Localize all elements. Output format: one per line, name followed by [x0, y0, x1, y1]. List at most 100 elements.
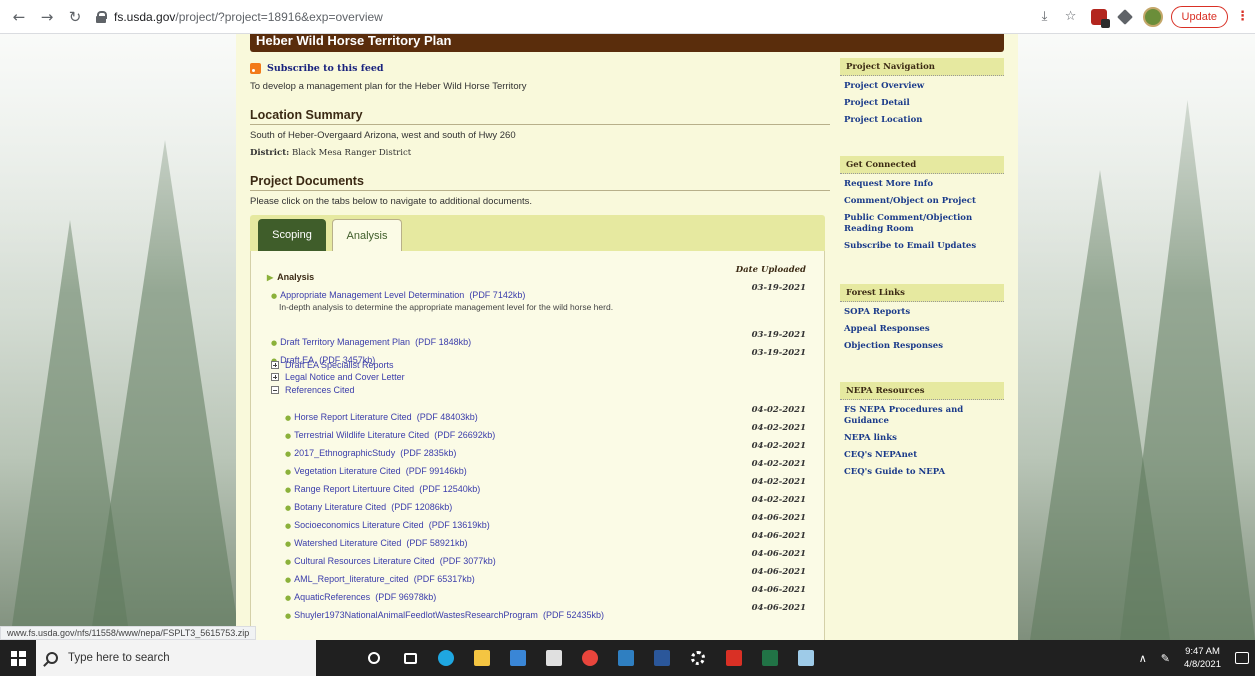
- reference-link[interactable]: Socioeconomics Literature Cited: [294, 520, 424, 530]
- folder-title[interactable]: ▶ Analysis: [267, 272, 314, 282]
- reference-link[interactable]: 2017_EthnographicStudy: [294, 448, 395, 458]
- tab-scoping[interactable]: Scoping: [258, 219, 326, 251]
- sidebar-link[interactable]: Public Comment/Objection Reading Room: [844, 210, 1000, 238]
- download-icon[interactable]: ⤓: [1035, 7, 1055, 27]
- reference-size[interactable]: (PDF 26692kb): [434, 430, 495, 440]
- store-icon[interactable]: [536, 640, 572, 676]
- folder-title-label: Analysis: [277, 272, 315, 282]
- tree-item-label[interactable]: Draft EA Specialist Reports: [285, 360, 394, 370]
- reference-link[interactable]: Horse Report Literature Cited: [294, 412, 412, 422]
- tree-item-specialist-reports[interactable]: Draft EA Specialist Reports: [271, 360, 394, 370]
- reference-size[interactable]: (PDF 13619kb): [429, 520, 490, 530]
- document-link[interactable]: Appropriate Management Level Determinati…: [280, 290, 464, 300]
- chrome-icon[interactable]: [572, 640, 608, 676]
- reference-size[interactable]: (PDF 12540kb): [419, 484, 480, 494]
- reference-link[interactable]: Botany Literature Cited: [294, 502, 386, 512]
- sidebar-link[interactable]: Objection Responses: [844, 338, 1000, 355]
- reference-row: ● 2017_EthnographicStudy (PDF 2835kb) 04-0…: [285, 441, 812, 460]
- start-button[interactable]: [0, 640, 36, 676]
- sidebar-link[interactable]: Project Location: [844, 112, 1000, 129]
- expand-plus-icon[interactable]: [271, 361, 279, 369]
- sidebar-link[interactable]: CEQ's NEPAnet: [844, 447, 1000, 464]
- sidebar-link[interactable]: Request More Info: [844, 176, 1000, 193]
- settings-gear-icon[interactable]: [680, 640, 716, 676]
- reference-size[interactable]: (PDF 96978kb): [375, 592, 436, 602]
- star-icon[interactable]: ☆: [1061, 7, 1081, 27]
- collapse-minus-icon[interactable]: [271, 386, 279, 394]
- edge-icon[interactable]: [428, 640, 464, 676]
- document-description: In-depth analysis to determine the appro…: [279, 302, 614, 312]
- sidebar-link[interactable]: CEQ's Guide to NEPA: [844, 464, 1000, 481]
- notification-icon[interactable]: [1235, 652, 1249, 664]
- mail-icon[interactable]: [500, 640, 536, 676]
- documents-heading: Project Documents: [250, 174, 830, 191]
- reference-link[interactable]: Range Report Litertuure Cited: [294, 484, 414, 494]
- reference-size[interactable]: (PDF 2835kb): [400, 448, 456, 458]
- reference-size[interactable]: (PDF 3077kb): [440, 556, 496, 566]
- reference-size[interactable]: (PDF 12086kb): [391, 502, 452, 512]
- cortana-icon[interactable]: [356, 640, 392, 676]
- taskbar-clock[interactable]: 9:47 AM 4/8/2021: [1184, 645, 1221, 671]
- tree-item-label[interactable]: Legal Notice and Cover Letter: [285, 372, 405, 382]
- expand-plus-icon[interactable]: [271, 373, 279, 381]
- reference-date: 04-02-2021: [751, 405, 806, 415]
- reference-size[interactable]: (PDF 58921kb): [406, 538, 467, 548]
- sidebar-box-heading: NEPA Resources: [840, 382, 1004, 400]
- menu-dots-icon[interactable]: ⋮: [1236, 9, 1249, 24]
- reference-link[interactable]: Watershed Literature Cited: [294, 538, 401, 548]
- puzzle-icon[interactable]: [1116, 8, 1133, 25]
- reference-link[interactable]: AML_Report_literature_cited: [294, 574, 409, 584]
- rss-icon[interactable]: [250, 62, 261, 74]
- file-explorer-icon[interactable]: [464, 640, 500, 676]
- reference-link[interactable]: AquaticReferences: [294, 592, 370, 602]
- reference-size[interactable]: (PDF 48403kb): [417, 412, 478, 422]
- document-size[interactable]: (PDF 1848kb): [415, 337, 471, 347]
- tree-item-legal-notice[interactable]: Legal Notice and Cover Letter: [271, 372, 405, 382]
- acrobat-icon[interactable]: [716, 640, 752, 676]
- sidebar-box-body: SOPA Reports Appeal Responses Objection Re…: [840, 302, 1004, 359]
- sidebar-link[interactable]: NEPA links: [844, 430, 1000, 447]
- district-label: District:: [250, 148, 290, 158]
- taskbar-search[interactable]: Type here to search: [36, 640, 316, 676]
- document-size[interactable]: (PDF 7142kb): [469, 290, 525, 300]
- sidebar-link[interactable]: Comment/Object on Project: [844, 193, 1000, 210]
- update-button[interactable]: Update: [1170, 5, 1228, 28]
- reference-link[interactable]: Shuyler1973NationalAnimalFeedlotWastesRe…: [294, 610, 538, 620]
- sidebar-link[interactable]: FS NEPA Procedures and Guidance: [844, 402, 1000, 430]
- pen-icon[interactable]: ✎: [1161, 652, 1170, 665]
- reference-row: ● Shuyler1973NationalAnimalFeedlotWastesR…: [285, 603, 812, 622]
- sidebar-link[interactable]: Appeal Responses: [844, 321, 1000, 338]
- photos-icon[interactable]: [608, 640, 644, 676]
- word-icon[interactable]: [644, 640, 680, 676]
- task-view-icon[interactable]: [392, 640, 428, 676]
- reference-link[interactable]: Terrestrial Wildlife Literature Cited: [294, 430, 429, 440]
- reference-date: 04-02-2021: [751, 459, 806, 469]
- reference-size[interactable]: (PDF 99146kb): [406, 466, 467, 476]
- sidebar-link[interactable]: SOPA Reports: [844, 304, 1000, 321]
- excel-icon[interactable]: [752, 640, 788, 676]
- tree-item-references-cited[interactable]: References Cited: [271, 385, 355, 395]
- extension-icon[interactable]: [1090, 8, 1110, 28]
- sidebar-link[interactable]: Project Detail: [844, 95, 1000, 112]
- bullet-icon: ●: [285, 450, 292, 458]
- bullet-icon: ●: [285, 414, 292, 422]
- image-viewer-icon[interactable]: [788, 640, 824, 676]
- back-arrow-icon[interactable]: ←: [8, 6, 30, 28]
- sidebar-link[interactable]: Subscribe to Email Updates: [844, 238, 1000, 255]
- tab-analysis[interactable]: Analysis: [332, 219, 402, 251]
- district-row: District: Black Mesa Ranger District: [250, 148, 830, 158]
- reload-icon[interactable]: ↻: [64, 6, 86, 28]
- reference-size[interactable]: (PDF 52435kb): [543, 610, 604, 620]
- document-link[interactable]: Draft Territory Management Plan: [280, 337, 410, 347]
- chevron-up-icon[interactable]: ∧: [1139, 652, 1147, 665]
- document-date: 03-19-2021: [751, 283, 806, 293]
- profile-avatar[interactable]: [1142, 6, 1163, 27]
- reference-size[interactable]: (PDF 65317kb): [414, 574, 475, 584]
- reference-link[interactable]: Cultural Resources Literature Cited: [294, 556, 435, 566]
- address-bar[interactable]: fs.usda.gov /project/?project=18916&exp=…: [96, 4, 1029, 30]
- tree-item-label[interactable]: References Cited: [285, 385, 355, 395]
- sidebar-link[interactable]: Project Overview: [844, 78, 1000, 95]
- subscribe-feed-link[interactable]: Subscribe to this feed: [267, 63, 384, 74]
- forward-arrow-icon[interactable]: →: [36, 6, 58, 28]
- reference-link[interactable]: Vegetation Literature Cited: [294, 466, 401, 476]
